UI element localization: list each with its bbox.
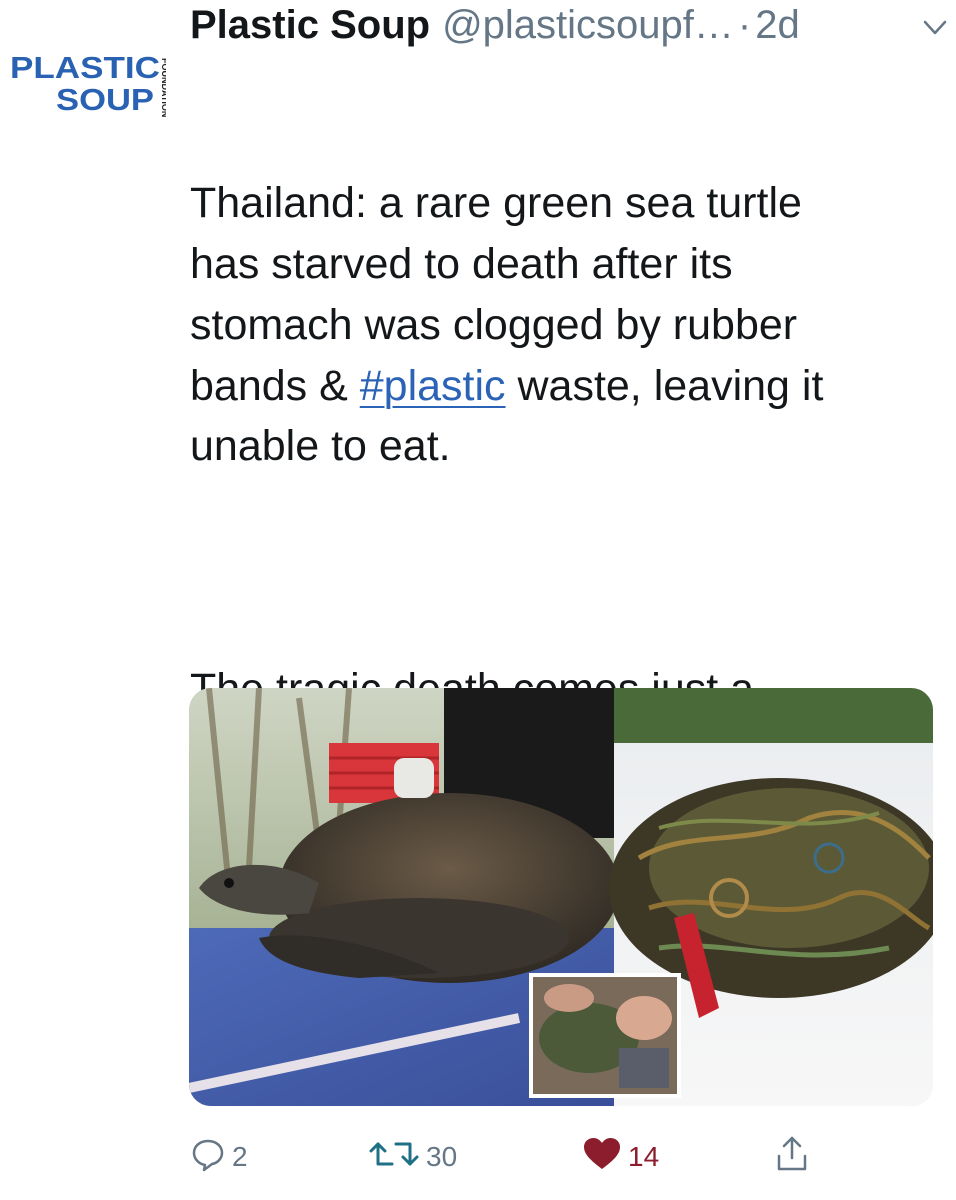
share-button[interactable] — [774, 1132, 816, 1182]
reply-icon — [190, 1136, 232, 1179]
inset-photo — [529, 973, 681, 1098]
like-button[interactable]: 14 — [582, 1132, 659, 1182]
share-icon — [774, 1134, 816, 1181]
reply-button[interactable]: 2 — [190, 1132, 248, 1182]
avatar-text-line1: PLASTIC — [10, 50, 160, 85]
tweet-link[interactable]: #plastic — [360, 362, 506, 410]
avatar[interactable]: PLASTIC SOUP FOUNDATION — [6, 48, 170, 120]
separator-dot: · — [737, 2, 752, 47]
tweet-timestamp[interactable]: 2d — [755, 3, 800, 48]
reply-count: 2 — [232, 1141, 248, 1172]
tweet-header: Plastic Soup @plasticsoupf… · 2d — [190, 0, 940, 50]
tweet-paragraph-1: Thailand: a rare green sea turtle has st… — [190, 173, 940, 477]
retweet-count: 30 — [426, 1141, 458, 1172]
author-name[interactable]: Plastic Soup — [190, 3, 430, 48]
avatar-text-vertical: FOUNDATION — [160, 58, 166, 117]
heart-icon — [582, 1136, 628, 1179]
tweet-media-image[interactable] — [189, 688, 933, 1106]
avatar-text-line2: SOUP — [56, 82, 154, 117]
tweet-actions: 2 30 14 — [190, 1132, 930, 1182]
retweet-icon — [368, 1136, 426, 1179]
chevron-down-icon[interactable] — [920, 12, 950, 42]
retweet-button[interactable]: 30 — [368, 1132, 457, 1182]
like-count: 14 — [628, 1141, 660, 1172]
author-handle[interactable]: @plasticsoupf… — [442, 3, 734, 48]
